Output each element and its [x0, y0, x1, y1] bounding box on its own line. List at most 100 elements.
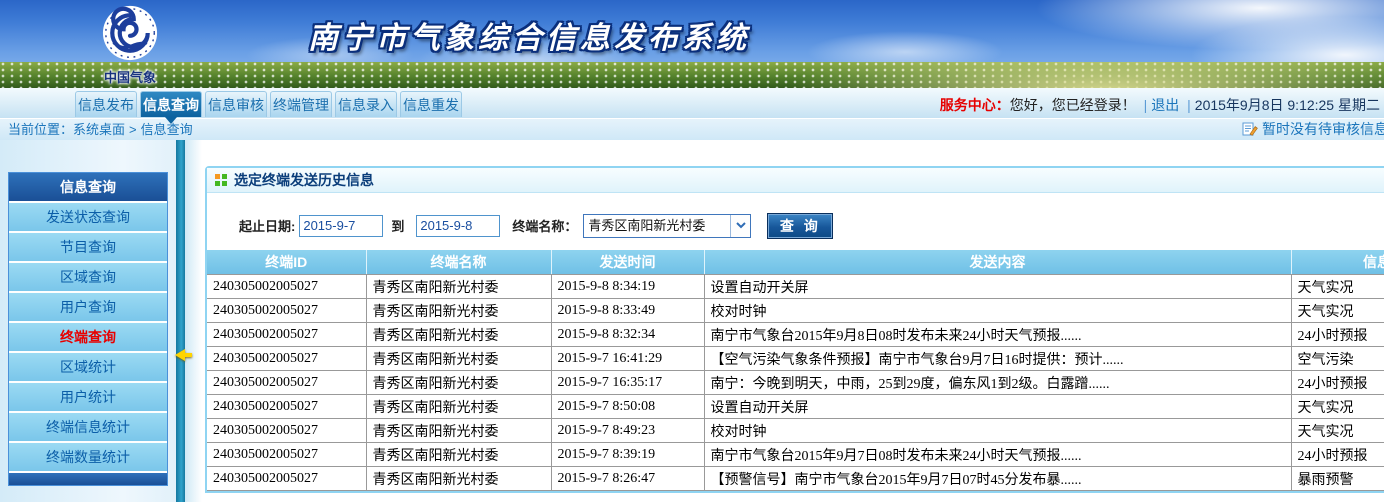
cell-send-content: 【空气污染气象条件预报】南宁市气象台9月7日16时提供：预计......	[704, 347, 1291, 371]
sidebar-item[interactable]: 区域查询	[9, 263, 167, 293]
cell-terminal-name: 青秀区南阳新光村委	[366, 467, 551, 491]
nav-tabs: 信息发布 信息查询 信息审核 终端管理 信息录入 信息重发	[75, 91, 462, 117]
separator: |	[1187, 97, 1191, 113]
cell-info-type: 暴雨预警	[1291, 467, 1384, 491]
cell-info-type: 空气污染	[1291, 347, 1384, 371]
to-label: 到	[391, 216, 404, 235]
table-row[interactable]: 240305002005027 青秀区南阳新光村委 2015-9-7 8:39:…	[207, 443, 1384, 467]
nav-tab[interactable]: 信息审核	[205, 91, 267, 117]
cell-send-content: 南宁市气象台2015年9月7日08时发布未来24小时天气预报......	[704, 443, 1291, 467]
cell-terminal-id: 240305002005027	[207, 467, 366, 491]
cell-terminal-name: 青秀区南阳新光村委	[366, 395, 551, 419]
sidebar-item[interactable]: 发送状态查询	[9, 203, 167, 233]
chevron-down-icon[interactable]	[730, 215, 750, 237]
grid-squares-icon	[215, 174, 227, 186]
nav-tab[interactable]: 终端管理	[270, 91, 332, 117]
cell-info-type: 天气实况	[1291, 395, 1384, 419]
cell-terminal-name: 青秀区南阳新光村委	[366, 443, 551, 467]
cell-send-content: 设置自动开关屏	[704, 275, 1291, 299]
sidebar-item[interactable]: 节目查询	[9, 233, 167, 263]
cell-send-time: 2015-9-7 16:41:29	[551, 347, 704, 371]
cell-info-type: 24小时预报	[1291, 323, 1384, 347]
table-header-row: 终端ID 终端名称 发送时间 发送内容 信息位	[207, 250, 1384, 275]
table-row[interactable]: 240305002005027 青秀区南阳新光村委 2015-9-8 8:34:…	[207, 275, 1384, 299]
panel-title-bar: 选定终端发送历史信息	[207, 168, 1384, 193]
nav-tab[interactable]: 信息查询	[140, 91, 202, 117]
nav-tab[interactable]: 信息重发	[400, 91, 462, 117]
cell-terminal-id: 240305002005027	[207, 443, 366, 467]
cell-info-type: 天气实况	[1291, 419, 1384, 443]
table-row[interactable]: 240305002005027 青秀区南阳新光村委 2015-9-7 8:50:…	[207, 395, 1384, 419]
cell-terminal-name: 青秀区南阳新光村委	[366, 371, 551, 395]
cell-terminal-id: 240305002005027	[207, 419, 366, 443]
terminal-select[interactable]: 青秀区南阳新光村委	[583, 214, 751, 238]
sidebar-item[interactable]: 区域统计	[9, 353, 167, 383]
date-to-input[interactable]	[416, 215, 500, 237]
breadcrumb-label: 当前位置：	[8, 122, 73, 137]
top-navbar: 信息发布 信息查询 信息审核 终端管理 信息录入 信息重发 服务中心：您好，您已…	[0, 88, 1384, 119]
pending-review-text: 暂时没有待审核信息	[1262, 121, 1384, 137]
cell-terminal-name: 青秀区南阳新光村委	[366, 347, 551, 371]
cell-send-time: 2015-9-7 8:49:23	[551, 419, 704, 443]
logo-caption: 中国气象	[86, 67, 174, 86]
sidebar-item[interactable]: 终端信息统计	[9, 413, 167, 443]
table-row[interactable]: 240305002005027 青秀区南阳新光村委 2015-9-7 8:49:…	[207, 419, 1384, 443]
table-row[interactable]: 240305002005027 青秀区南阳新光村委 2015-9-8 8:33:…	[207, 299, 1384, 323]
sidebar-item[interactable]: 用户统计	[9, 383, 167, 413]
cma-logo: 中国气象	[86, 5, 174, 86]
table-row[interactable]: 240305002005027 青秀区南阳新光村委 2015-9-7 16:35…	[207, 371, 1384, 395]
cell-send-content: 校对时钟	[704, 299, 1291, 323]
cell-terminal-id: 240305002005027	[207, 347, 366, 371]
history-table: 终端ID 终端名称 发送时间 发送内容 信息位	[207, 250, 1384, 491]
cell-send-time: 2015-9-7 16:35:17	[551, 371, 704, 395]
cell-send-content: 南宁：今晚到明天，中雨，25到29度，偏东风1到2级。白露蹭......	[704, 371, 1291, 395]
cma-logo-icon	[102, 5, 158, 61]
nav-tab[interactable]: 信息发布	[75, 91, 137, 117]
sidebar-item[interactable]: 终端查询	[9, 323, 167, 353]
user-status-bar: 服务中心：您好，您已经登录！ |退出 |2015年9月8日 9:12:25 星期…	[940, 95, 1380, 115]
cell-send-content: 南宁市气象台2015年9月8日08时发布未来24小时天气预报......	[704, 323, 1291, 347]
table-row[interactable]: 240305002005027 青秀区南阳新光村委 2015-9-7 16:41…	[207, 347, 1384, 371]
table-row[interactable]: 240305002005027 青秀区南阳新光村委 2015-9-7 8:26:…	[207, 467, 1384, 491]
grass-decoration	[0, 62, 1384, 88]
sidebar-title: 信息查询	[9, 173, 167, 203]
cell-send-time: 2015-9-7 8:50:08	[551, 395, 704, 419]
cell-info-type: 24小时预报	[1291, 371, 1384, 395]
page-title: 南宁市气象综合信息发布系统	[308, 13, 750, 57]
search-button[interactable]: 查 询	[767, 213, 833, 239]
date-from-input[interactable]	[299, 215, 383, 237]
cell-info-type: 天气实况	[1291, 299, 1384, 323]
separator: |	[1144, 97, 1148, 113]
cell-send-time: 2015-9-7 8:39:19	[551, 443, 704, 467]
service-center-label: 服务中心：	[940, 97, 1010, 113]
cell-terminal-id: 240305002005027	[207, 371, 366, 395]
current-datetime: 2015年9月8日 9:12:25 星期二	[1195, 97, 1380, 113]
nav-tab[interactable]: 信息录入	[335, 91, 397, 117]
cell-send-time: 2015-9-7 8:26:47	[551, 467, 704, 491]
notepad-pencil-icon	[1242, 121, 1258, 136]
header-banner: 中国气象 南宁市气象综合信息发布系统	[0, 0, 1384, 88]
table-header-cell: 发送内容	[704, 250, 1291, 275]
sidebar-footer-bar	[9, 473, 167, 485]
sidebar-item[interactable]: 用户查询	[9, 293, 167, 323]
logout-link[interactable]: 退出	[1151, 97, 1179, 113]
sidebar-collapse-arrow-icon[interactable]	[169, 349, 185, 361]
table-row[interactable]: 240305002005027 青秀区南阳新光村委 2015-9-8 8:32:…	[207, 323, 1384, 347]
breadcrumb-home-link[interactable]: 系统桌面	[73, 122, 125, 137]
date-range-label: 起止日期:	[239, 216, 295, 235]
sidebar-item[interactable]: 终端数量统计	[9, 443, 167, 473]
table-header-cell: 信息位	[1291, 250, 1384, 275]
cell-info-type: 24小时预报	[1291, 443, 1384, 467]
cell-terminal-id: 240305002005027	[207, 299, 366, 323]
cell-terminal-id: 240305002005027	[207, 323, 366, 347]
breadcrumb-current-link[interactable]: 信息查询	[141, 122, 193, 137]
sidebar-menu: 信息查询 发送状态查询 节目查询 区域查询 用户查询 终端查询 区域统计 用户统…	[8, 172, 168, 486]
query-form: 起止日期: 到 终端名称： 青秀区南阳新光村委 查 询	[207, 193, 1384, 250]
cell-send-time: 2015-9-8 8:33:49	[551, 299, 704, 323]
terminal-select-value: 青秀区南阳新光村委	[584, 215, 730, 237]
pending-review-notice: 暂时没有待审核信息	[1242, 119, 1384, 140]
table-header-cell: 发送时间	[551, 250, 704, 275]
sidebar-splitter[interactable]	[176, 140, 185, 502]
breadcrumb-separator: >	[129, 122, 137, 137]
breadcrumb: 当前位置：系统桌面 > 信息查询 暂时没有待审核信息	[0, 119, 1384, 140]
